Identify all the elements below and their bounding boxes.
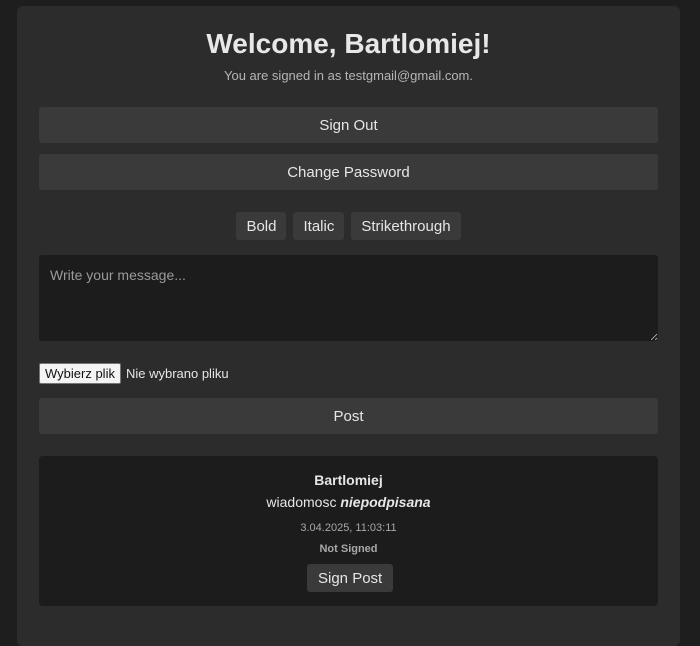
post-timestamp: 3.04.2025, 11:03:11 [300, 522, 397, 534]
choose-file-button[interactable]: Wybierz plik [39, 362, 121, 384]
sign-post-button[interactable]: Sign Post [307, 564, 394, 592]
sign-out-button[interactable]: Sign Out [39, 107, 658, 143]
italic-button[interactable]: Italic [293, 212, 345, 240]
page-title: Welcome, Bartlomiej! [206, 28, 491, 59]
post-content: wiadomosc niepodpisana [39, 494, 658, 510]
post-signature-status: Not Signed [319, 543, 378, 555]
signed-in-info: You are signed in as testgmail@gmail.com… [223, 68, 473, 83]
post-item: Bartlomiej wiadomosc niepodpisana 3.04.2… [39, 456, 658, 606]
post-author: Bartlomiej [314, 472, 383, 488]
formatting-toolbar: Bold Italic Strikethrough [17, 212, 680, 240]
change-password-button[interactable]: Change Password [39, 154, 658, 190]
file-status-text: Nie wybrano pliku [125, 365, 229, 381]
file-picker: Wybierz plik Nie wybrano pliku [39, 362, 229, 384]
post-content-emphasis: niepodpisana [340, 494, 431, 510]
bold-button[interactable]: Bold [236, 212, 287, 240]
main-card: Welcome, Bartlomiej! You are signed in a… [17, 6, 680, 646]
message-input[interactable] [39, 255, 658, 341]
post-button[interactable]: Post [39, 398, 658, 434]
strikethrough-button[interactable]: Strikethrough [351, 212, 461, 240]
post-content-text: wiadomosc [266, 494, 341, 510]
